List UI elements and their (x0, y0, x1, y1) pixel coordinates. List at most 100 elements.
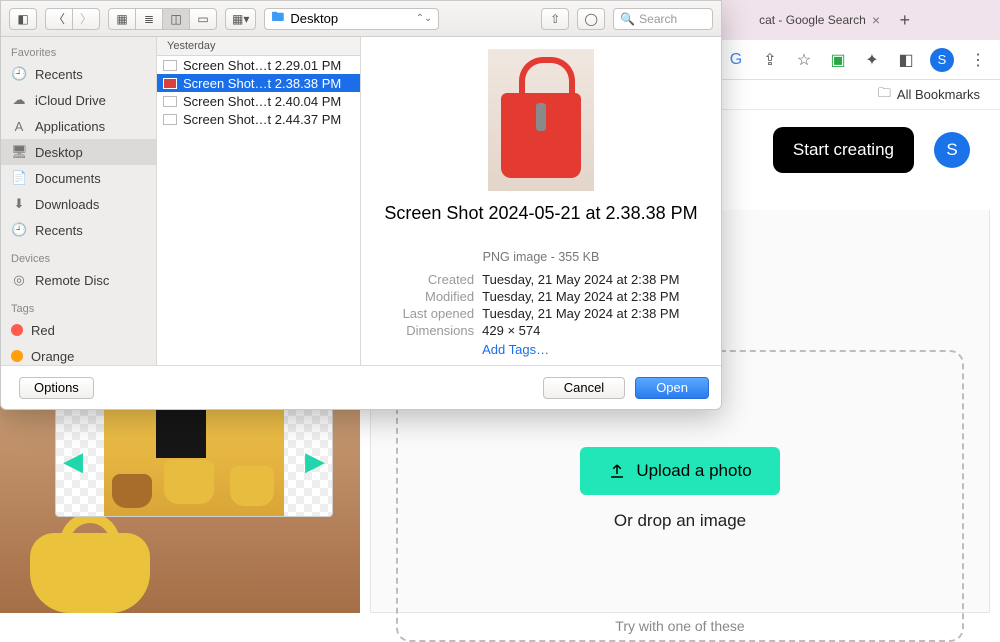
star-icon[interactable]: ☆ (794, 50, 814, 70)
carousel-next-icon[interactable]: ▶ (302, 448, 328, 474)
location-select[interactable]: 🖿 Desktop ⌃⌄ (264, 8, 439, 30)
favorites-header: Favorites (1, 43, 156, 61)
file-thumb-icon (163, 60, 177, 71)
add-tags-link[interactable]: Add Tags… (482, 342, 679, 357)
example-carousel: ◀ ▶ (55, 407, 333, 517)
folder-icon: 🗀 (878, 84, 891, 106)
sidebar-item-downloads[interactable]: ⬇︎Downloads (1, 191, 156, 217)
new-tab-button[interactable]: + (899, 10, 910, 31)
share-button[interactable]: ⇧ (541, 8, 569, 30)
options-button[interactable]: Options (19, 377, 94, 399)
google-icon[interactable]: G (726, 50, 746, 70)
sidebar-icon: 🖥 (11, 144, 27, 160)
puzzle-icon[interactable]: ✦ (862, 50, 882, 70)
close-icon[interactable]: × (872, 12, 880, 28)
sidebar-item-recents[interactable]: 🕘Recents (1, 61, 156, 87)
file-row[interactable]: Screen Shot…t 2.40.04 PM (157, 92, 360, 110)
finder-footer: Options Cancel Open (1, 365, 721, 409)
back-button[interactable]: 〈 (45, 8, 73, 30)
start-creating-button[interactable]: Start creating (773, 127, 914, 173)
sidebar-item-label: Red (31, 323, 55, 338)
sidebar-icon: 🕘 (11, 66, 27, 82)
lastopened-value: Tuesday, 21 May 2024 at 2:38 PM (482, 306, 679, 321)
tag-color-icon (11, 350, 23, 362)
file-list-group-header: Yesterday (157, 37, 360, 56)
extension-icon[interactable]: ▣ (828, 50, 848, 70)
sidebar-item-label: Recents (35, 223, 83, 238)
file-name: Screen Shot…t 2.44.37 PM (183, 112, 341, 127)
sidebar-item-label: Applications (35, 119, 105, 134)
sidebar-toggle-button[interactable]: ◧ (9, 8, 37, 30)
modified-value: Tuesday, 21 May 2024 at 2:38 PM (482, 289, 679, 304)
search-placeholder: Search (639, 12, 677, 26)
carousel-image[interactable] (104, 408, 284, 516)
sidebar-item-remote-disc[interactable]: ◎ Remote Disc (1, 267, 156, 293)
forward-button[interactable]: 〉 (72, 8, 100, 30)
browser-tab[interactable]: cat - Google Search × (759, 6, 880, 34)
sidebar-item-label: iCloud Drive (35, 93, 106, 108)
upload-icon (608, 462, 626, 480)
sidebar-tag-red[interactable]: Red (1, 317, 156, 343)
disc-icon: ◎ (11, 272, 27, 288)
file-name: Screen Shot…t 2.29.01 PM (183, 58, 341, 73)
icon-view-button[interactable]: ▦ (108, 8, 136, 30)
preview-filename: Screen Shot 2024-05-21 at 2.38.38 PM (384, 203, 697, 224)
tags-header: Tags (1, 299, 156, 317)
sidebar-item-label: Remote Disc (35, 273, 109, 288)
finder-toolbar: ◧ 〈 〉 ▦ ≣ ◫ ▭ ▦▾ 🖿 Desktop ⌃⌄ ⇧ ◯ 🔍 Searc… (1, 1, 721, 37)
cancel-button[interactable]: Cancel (543, 377, 625, 399)
group-by-button[interactable]: ▦▾ (225, 8, 256, 30)
upload-photo-button[interactable]: Upload a photo (580, 447, 779, 495)
all-bookmarks-link[interactable]: All Bookmarks (897, 87, 980, 102)
preview-metadata: Created Tuesday, 21 May 2024 at 2:38 PM … (403, 272, 680, 357)
tags-button[interactable]: ◯ (577, 8, 605, 30)
kebab-icon[interactable]: ⋮ (968, 50, 988, 70)
devices-header: Devices (1, 249, 156, 267)
file-thumb-icon (163, 114, 177, 125)
dimensions-value: 429 × 574 (482, 323, 679, 338)
sidebar-tag-orange[interactable]: Orange (1, 343, 156, 365)
location-label: Desktop (290, 11, 338, 26)
profile-avatar[interactable]: S (930, 48, 954, 72)
finder-sidebar: Favorites 🕘Recents☁︎iCloud DriveAApplica… (1, 37, 157, 365)
search-icon: 🔍 (620, 12, 635, 26)
preview-meta-line: PNG image - 355 KB (483, 250, 600, 264)
nav-buttons: 〈 〉 (45, 8, 100, 30)
carousel-prev-icon[interactable]: ◀ (60, 448, 86, 474)
site-avatar[interactable]: S (934, 132, 970, 168)
lastopened-label: Last opened (403, 306, 475, 321)
created-label: Created (403, 272, 475, 287)
file-open-dialog: ◧ 〈 〉 ▦ ≣ ◫ ▭ ▦▾ 🖿 Desktop ⌃⌄ ⇧ ◯ 🔍 Searc… (0, 0, 722, 410)
file-row[interactable]: Screen Shot…t 2.29.01 PM (157, 56, 360, 74)
file-row[interactable]: Screen Shot…t 2.44.37 PM (157, 110, 360, 128)
share-icon[interactable]: ⇪ (760, 50, 780, 70)
sidebar-item-desktop[interactable]: 🖥 Desktop (1, 139, 156, 165)
sidebar-icon: 🕘 (11, 222, 27, 238)
panel-icon[interactable]: ◧ (896, 50, 916, 70)
sidebar-item-recents[interactable]: 🕘 Recents (1, 217, 156, 243)
search-input[interactable]: 🔍 Search (613, 8, 713, 30)
modified-label: Modified (403, 289, 475, 304)
gallery-view-button[interactable]: ▭ (189, 8, 217, 30)
file-name: Screen Shot…t 2.40.04 PM (183, 94, 341, 109)
list-view-button[interactable]: ≣ (135, 8, 163, 30)
sidebar-item-label: Orange (31, 349, 74, 364)
sidebar-icon: ☁︎ (11, 92, 27, 108)
sidebar-item-icloud-drive[interactable]: ☁︎ iCloud Drive (1, 87, 156, 113)
sidebar-icon: ⬇︎ (11, 196, 27, 212)
sidebar-item-applications[interactable]: AApplications (1, 113, 156, 139)
open-button[interactable]: Open (635, 377, 709, 399)
file-row[interactable]: Screen Shot…t 2.38.38 PM (157, 74, 360, 92)
tag-color-icon (11, 324, 23, 336)
chevron-updown-icon: ⌃⌄ (416, 13, 433, 24)
folder-icon: 🖿 (271, 8, 284, 30)
drop-text: Or drop an image (614, 511, 746, 531)
file-list: Yesterday Screen Shot…t 2.29.01 PMScreen… (157, 37, 361, 365)
view-mode-buttons: ▦ ≣ ◫ ▭ (108, 8, 217, 30)
sidebar-item-label: Desktop (35, 145, 83, 160)
created-value: Tuesday, 21 May 2024 at 2:38 PM (482, 272, 679, 287)
column-view-button[interactable]: ◫ (162, 8, 190, 30)
dimensions-label: Dimensions (403, 323, 475, 338)
sidebar-icon: 📄 (11, 170, 27, 186)
sidebar-item-documents[interactable]: 📄Documents (1, 165, 156, 191)
